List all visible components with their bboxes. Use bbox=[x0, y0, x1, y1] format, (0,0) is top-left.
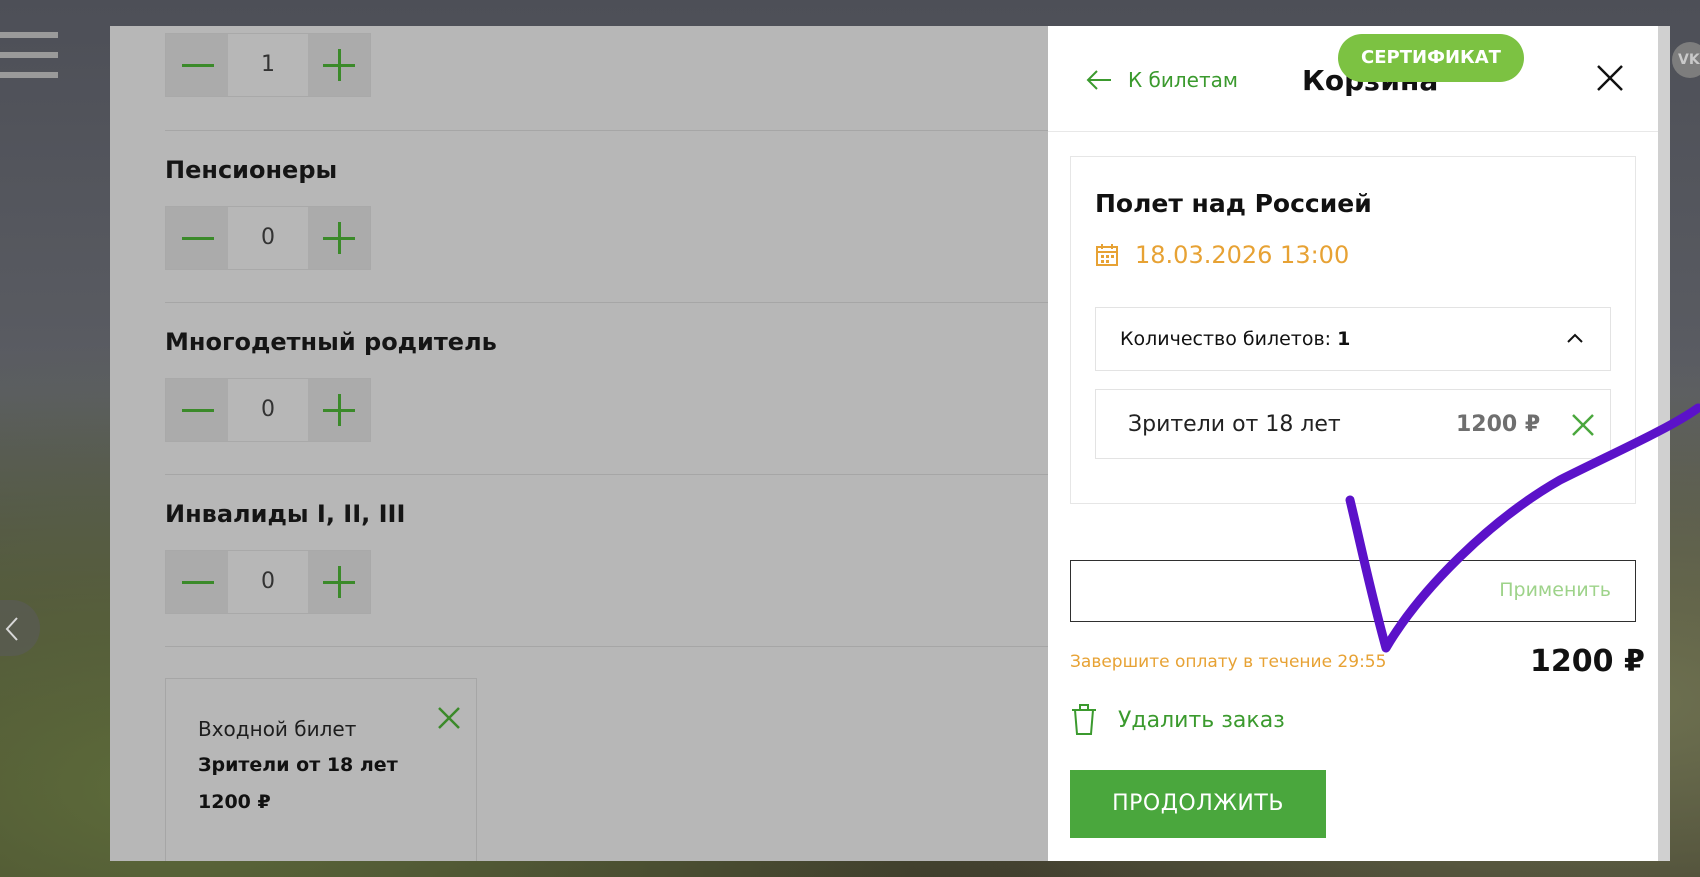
category-title-large-family: Многодетный родитель bbox=[165, 328, 497, 356]
event-datetime: 18.03.2026 13:00 bbox=[1095, 241, 1349, 269]
increment-button[interactable] bbox=[308, 34, 370, 96]
quantity-value[interactable]: 0 bbox=[228, 379, 308, 441]
remove-item-icon[interactable] bbox=[1570, 412, 1596, 438]
chevron-left-icon bbox=[5, 617, 18, 641]
order-total: 1200 ₽ bbox=[1530, 644, 1645, 679]
decrement-button[interactable] bbox=[166, 34, 228, 96]
quantity-stepper-adults: 1 bbox=[165, 33, 371, 97]
minus-icon bbox=[182, 581, 214, 584]
delete-order-button[interactable]: Удалить заказ bbox=[1070, 704, 1285, 736]
quantity-stepper-large-family: 0 bbox=[165, 378, 371, 442]
back-label: К билетам bbox=[1128, 68, 1238, 92]
category-title-disabled: Инвалиды I, II, III bbox=[165, 500, 406, 528]
divider bbox=[165, 646, 1048, 647]
increment-button[interactable] bbox=[308, 207, 370, 269]
payment-timer: Завершите оплату в течение 29:55 bbox=[1070, 652, 1387, 672]
scrollbar[interactable] bbox=[1658, 26, 1670, 861]
event-title: Полет над Россией bbox=[1095, 189, 1372, 218]
chevron-up-icon bbox=[1567, 333, 1583, 343]
cart-panel: К билетам Корзина СЕРТИФИКАТ Полет над Р… bbox=[1048, 26, 1658, 861]
quantity-value[interactable]: 0 bbox=[228, 207, 308, 269]
divider bbox=[165, 302, 1048, 303]
calendar-icon bbox=[1096, 244, 1118, 266]
decrement-button[interactable] bbox=[166, 207, 228, 269]
quantity-stepper-disabled: 0 bbox=[165, 550, 371, 614]
increment-button[interactable] bbox=[308, 379, 370, 441]
ticket-selection-panel: 1 Пенсионеры 0 Многодетный родитель 0 Ин… bbox=[110, 26, 1048, 861]
delete-order-label: Удалить заказ bbox=[1118, 707, 1285, 733]
decrement-button[interactable] bbox=[166, 379, 228, 441]
ticket-audience: Зрители от 18 лет bbox=[198, 754, 398, 776]
divider bbox=[165, 474, 1048, 475]
order-card: Полет над Россией 18.03.2026 13:00 Колич… bbox=[1070, 156, 1636, 504]
cart-header: К билетам Корзина СЕРТИФИКАТ bbox=[1048, 26, 1658, 132]
trash-icon bbox=[1072, 704, 1096, 735]
quantity-stepper-pensioners: 0 bbox=[165, 206, 371, 270]
vk-icon[interactable]: VK bbox=[1672, 42, 1700, 78]
selected-ticket-card: Входной билет Зрители от 18 лет 1200 ₽ bbox=[165, 678, 477, 861]
minus-icon bbox=[182, 237, 214, 240]
certificate-button[interactable]: СЕРТИФИКАТ bbox=[1338, 34, 1524, 82]
minus-icon bbox=[182, 64, 214, 67]
quantity-value[interactable]: 0 bbox=[228, 551, 308, 613]
category-title-pensioners: Пенсионеры bbox=[165, 156, 338, 184]
cart-item-name: Зрители от 18 лет bbox=[1128, 412, 1341, 437]
increment-button[interactable] bbox=[308, 551, 370, 613]
menu-icon[interactable] bbox=[0, 32, 60, 82]
ticket-type: Входной билет bbox=[198, 717, 357, 741]
ticket-count-value: 1 bbox=[1337, 328, 1351, 350]
divider bbox=[165, 130, 1048, 131]
back-to-tickets-link[interactable]: К билетам bbox=[1086, 68, 1238, 92]
ticket-count-label: Количество билетов: 1 bbox=[1120, 328, 1350, 350]
ticket-count-toggle[interactable]: Количество билетов: 1 bbox=[1095, 307, 1611, 371]
close-icon[interactable] bbox=[436, 705, 462, 731]
arrow-left-icon bbox=[1086, 70, 1111, 90]
cart-item: Зрители от 18 лет 1200 ₽ bbox=[1095, 389, 1611, 459]
promo-code-input[interactable] bbox=[1083, 571, 1443, 611]
cart-item-price: 1200 ₽ bbox=[1456, 412, 1541, 437]
event-datetime-text: 18.03.2026 13:00 bbox=[1135, 241, 1350, 269]
ticket-count-caption: Количество билетов: bbox=[1120, 328, 1332, 350]
apply-promo-button[interactable]: Применить bbox=[1499, 579, 1611, 601]
minus-icon bbox=[182, 409, 214, 412]
close-icon[interactable] bbox=[1594, 62, 1626, 94]
decrement-button[interactable] bbox=[166, 551, 228, 613]
promo-code-field: Применить bbox=[1070, 560, 1636, 622]
ticket-price: 1200 ₽ bbox=[198, 791, 271, 813]
quantity-value[interactable]: 1 bbox=[228, 34, 308, 96]
continue-button[interactable]: ПРОДОЛЖИТЬ bbox=[1070, 770, 1326, 838]
